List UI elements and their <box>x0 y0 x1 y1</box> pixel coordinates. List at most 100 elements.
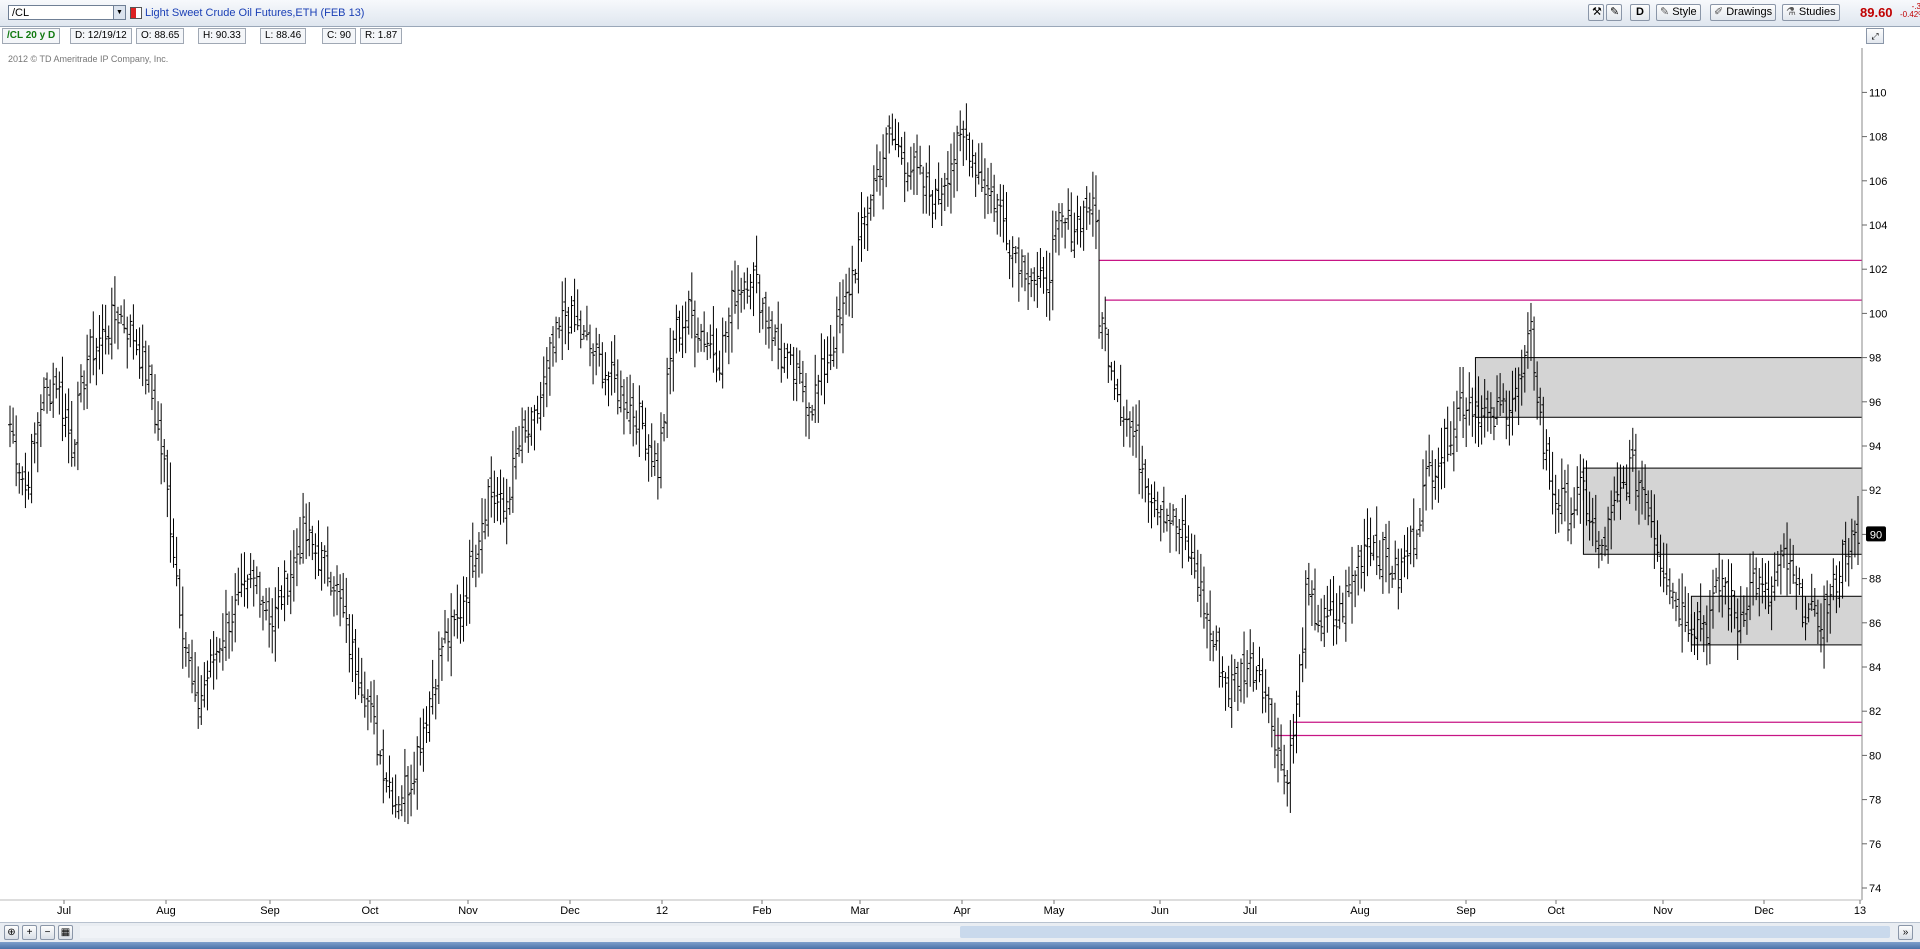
ohlc-bar <box>1322 594 1327 647</box>
ohlc-bar <box>1433 459 1438 500</box>
ohlc-bar <box>936 162 941 205</box>
ohlc-bar <box>254 566 259 595</box>
ohlc-bar <box>507 486 512 515</box>
ohlc-bar <box>1103 296 1108 352</box>
ohlc-bar <box>1158 504 1163 542</box>
ohlc-bar <box>1263 669 1268 713</box>
ohlc-bar <box>405 766 410 825</box>
ohlc-bar <box>1041 256 1046 294</box>
ohlc-bar <box>1174 507 1179 552</box>
ohlc-bar <box>523 410 528 443</box>
ohlc-bar <box>381 729 386 804</box>
ohlc-bar <box>233 573 238 643</box>
ohlc-bar <box>699 323 704 352</box>
supply-demand-zone <box>1474 357 1863 418</box>
ohlc-bar <box>625 376 630 420</box>
ohlc-bar <box>859 192 864 262</box>
ohlc-bar <box>575 289 580 331</box>
ohlc-bar <box>85 334 90 409</box>
ohlc-bar <box>467 539 472 624</box>
ohlc-bar <box>186 644 191 678</box>
ohlc-bar <box>538 381 543 431</box>
x-tick-label: Jun <box>1151 905 1169 917</box>
ohlc-bar <box>368 681 373 723</box>
ohlc-bar <box>1072 212 1077 258</box>
ohlc-bar <box>341 572 346 618</box>
ohlc-bar <box>1214 625 1219 651</box>
ohlc-bar <box>1019 249 1024 288</box>
ohlc-bar <box>1451 401 1456 472</box>
ohlc-bar <box>1442 418 1447 488</box>
ohlc-bar <box>674 304 679 354</box>
ohlc-bar <box>1245 650 1250 698</box>
ohlc-bar <box>550 326 555 367</box>
ohlc-bar <box>335 565 340 616</box>
crosshair-button[interactable]: ⊕ <box>4 925 19 940</box>
ohlc-bar <box>998 184 1003 237</box>
zoom-in-button[interactable]: + <box>22 925 37 940</box>
ohlc-bar <box>1183 494 1188 551</box>
ohlc-bar <box>223 589 228 661</box>
price-axis[interactable]: 74 76 78 80 82 84 86 88 90 92 94 96 98 100 102 104 106 10… <box>1862 87 1887 895</box>
ohlc-bar <box>1282 744 1287 795</box>
ohlc-bar <box>359 657 364 704</box>
y-tick-label: 86 <box>1869 618 1881 630</box>
scroll-end-button[interactable]: » <box>1898 925 1913 940</box>
ohlc-bar <box>1143 459 1148 503</box>
x-tick-label: Dec <box>560 905 580 917</box>
ohlc-bar <box>1334 593 1339 645</box>
x-tick-label: Oct <box>361 905 378 917</box>
ohlc-bar <box>412 751 417 795</box>
ohlc-bar <box>621 379 626 435</box>
ohlc-bar <box>803 372 808 437</box>
ohlc-bar <box>705 332 710 361</box>
ohlc-bar <box>520 407 525 464</box>
ohlc-bar <box>652 440 657 476</box>
ohlc-bar <box>905 162 910 192</box>
ohlc-bar <box>893 118 898 151</box>
ohlc-bar <box>11 407 16 444</box>
ohlc-bar <box>1010 236 1015 288</box>
ohlc-bar <box>236 567 241 606</box>
ohlc-bar <box>91 311 96 376</box>
ohlc-bar <box>1168 502 1173 553</box>
x-tick-label: 13 <box>1854 905 1866 917</box>
ohlc-bar <box>948 143 953 214</box>
ohlc-bar <box>264 588 269 621</box>
ohlc-bar <box>899 136 904 165</box>
scrollbar-track[interactable] <box>80 926 960 938</box>
ohlc-bar <box>1007 239 1012 280</box>
ohlc-bar <box>1393 540 1398 580</box>
ohlc-bars <box>8 103 1860 825</box>
grid-button[interactable]: ▦ <box>58 925 73 940</box>
scrollbar-thumb[interactable] <box>960 926 1890 938</box>
ohlc-bar <box>1430 450 1435 510</box>
ohlc-bar <box>1569 497 1574 545</box>
ohlc-bar <box>847 267 852 317</box>
ohlc-bar <box>686 290 691 335</box>
ohlc-bar <box>1461 366 1466 438</box>
ohlc-bar <box>304 503 309 560</box>
ohlc-bar <box>242 552 247 607</box>
ohlc-bar <box>840 279 845 354</box>
price-chart[interactable]: 74 76 78 80 82 84 86 88 90 92 94 96 98 100 102 104 106 10… <box>0 0 1920 922</box>
time-axis[interactable]: Jul Aug Sep Oct Nov Dec 12 Feb Mar Apr May Jun Jul Au… <box>57 900 1866 917</box>
ohlc-bar <box>510 430 515 513</box>
ohlc-bar <box>902 131 907 203</box>
ohlc-bar <box>1553 474 1558 534</box>
ohlc-bar <box>1411 498 1416 568</box>
ohlc-bar <box>831 336 836 367</box>
ohlc-bar <box>927 145 932 216</box>
ohlc-bar <box>1424 450 1429 511</box>
zoom-out-button[interactable]: − <box>40 925 55 940</box>
ohlc-bar <box>1436 447 1441 503</box>
ohlc-bar <box>344 577 349 643</box>
ohlc-bar <box>856 212 861 294</box>
ohlc-bar <box>372 679 377 735</box>
ohlc-bar <box>365 689 370 731</box>
ohlc-bar <box>251 559 256 607</box>
ohlc-bar <box>1399 548 1404 593</box>
ohlc-bar <box>1458 366 1463 422</box>
ohlc-bar <box>1445 406 1450 462</box>
ohlc-bar <box>1232 658 1237 702</box>
